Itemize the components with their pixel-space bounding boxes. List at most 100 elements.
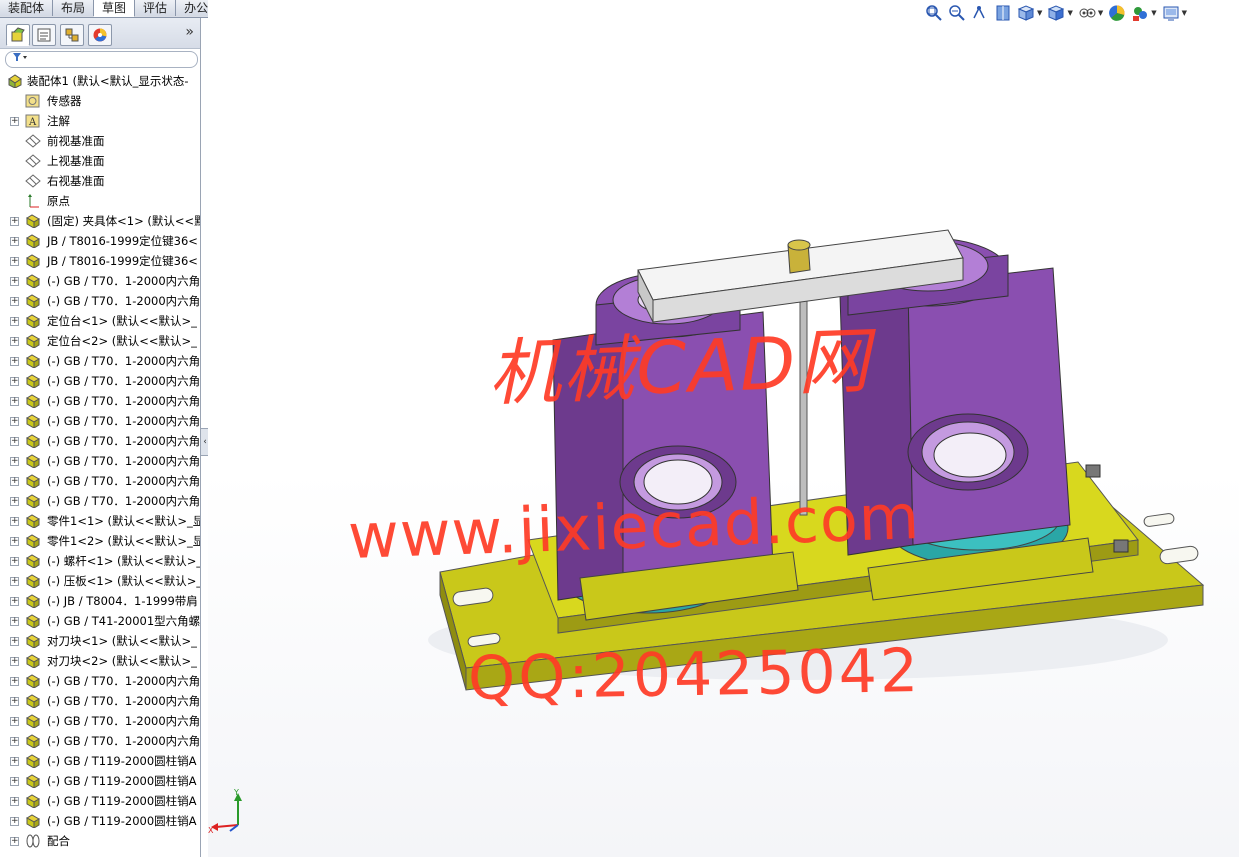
tree-item[interactable]: + 定位台<2> (默认<<默认>_	[0, 331, 200, 351]
expand-toggle[interactable]: +	[10, 537, 19, 546]
feature-manager-tab[interactable]	[6, 24, 30, 46]
command-tab[interactable]: 装配体	[0, 0, 54, 16]
tree-item[interactable]: + (-) 压板<1> (默认<<默认>_	[0, 571, 200, 591]
expand-toggle[interactable]: +	[10, 737, 19, 746]
part-icon	[25, 514, 41, 529]
tree-item[interactable]: + A 注解	[0, 111, 200, 131]
expand-toggle[interactable]: +	[10, 217, 19, 226]
expand-toggle[interactable]: +	[10, 297, 19, 306]
tree-item[interactable]: + 对刀块<2> (默认<<默认>_	[0, 651, 200, 671]
expand-toggle[interactable]: +	[10, 237, 19, 246]
tree-item[interactable]: + 零件1<1> (默认<<默认>_显	[0, 511, 200, 531]
tree-item-label: (-) GB / T70．1-2000内六角	[47, 694, 200, 708]
expand-toggle[interactable]: +	[10, 437, 19, 446]
tree-item[interactable]: + (-) GB / T119-2000圆柱销A	[0, 811, 200, 831]
expand-toggle[interactable]: +	[10, 397, 19, 406]
expand-toggle[interactable]: +	[10, 317, 19, 326]
expand-toggle[interactable]: +	[10, 377, 19, 386]
command-tab[interactable]: 布局	[53, 0, 95, 16]
expand-toggle[interactable]: +	[10, 617, 19, 626]
tree-item[interactable]: + (-) 螺杆<1> (默认<<默认>_	[0, 551, 200, 571]
part-icon	[25, 554, 41, 569]
expand-toggle[interactable]: +	[10, 577, 19, 586]
tree-item[interactable]: + 定位台<1> (默认<<默认>_	[0, 311, 200, 331]
triad-y-label: Y	[233, 788, 239, 797]
tree-item[interactable]: + 零件1<2> (默认<<默认>_显	[0, 531, 200, 551]
tree-item[interactable]: + (-) GB / T70．1-2000内六角	[0, 271, 200, 291]
tree-item[interactable]: + (-) GB / T70．1-2000内六角	[0, 351, 200, 371]
expand-toggle[interactable]: +	[10, 337, 19, 346]
tree-item[interactable]: 右视基准面	[0, 171, 200, 191]
tree-item-label: (-) JB / T8004．1-1999带肩	[47, 594, 198, 608]
graphics-viewport[interactable]: ▼ ▼ ▼ ▼ ▼ 机械CAD网 www.jixiecad.com QQ:204…	[208, 0, 1239, 857]
plane-icon	[25, 154, 41, 168]
tree-item[interactable]: + (-) GB / T70．1-2000内六角	[0, 671, 200, 691]
property-manager-tab[interactable]	[32, 24, 56, 46]
tree-item[interactable]: + (-) GB / T70．1-2000内六角	[0, 731, 200, 751]
expand-toggle[interactable]: +	[10, 697, 19, 706]
tree-item[interactable]: + 配合	[0, 831, 200, 851]
configuration-manager-tab[interactable]	[60, 24, 84, 46]
tree-item[interactable]: + (-) JB / T8004．1-1999带肩	[0, 591, 200, 611]
panel-more-button[interactable]: »	[185, 24, 194, 40]
tree-item-label: (-) GB / T70．1-2000内六角	[47, 494, 200, 508]
expand-toggle[interactable]: +	[10, 457, 19, 466]
expand-toggle[interactable]: +	[10, 417, 19, 426]
triad-x-label: X	[208, 826, 214, 835]
tree-item[interactable]: + (-) GB / T70．1-2000内六角	[0, 451, 200, 471]
expand-toggle[interactable]: +	[10, 837, 19, 846]
display-manager-tab[interactable]	[88, 24, 112, 46]
tree-item[interactable]: + (-) GB / T70．1-2000内六角	[0, 471, 200, 491]
expand-toggle[interactable]: +	[10, 517, 19, 526]
expand-toggle[interactable]: +	[10, 597, 19, 606]
tree-filter-input[interactable]	[5, 51, 198, 68]
tree-item[interactable]: + (固定) 夹具体<1> (默认<<默	[0, 211, 200, 231]
tree-item[interactable]: + 对刀块<1> (默认<<默认>_	[0, 631, 200, 651]
tree-item[interactable]: + (-) GB / T70．1-2000内六角	[0, 711, 200, 731]
tree-item[interactable]: + (-) GB / T70．1-2000内六角	[0, 691, 200, 711]
expand-toggle[interactable]: +	[10, 817, 19, 826]
expand-toggle[interactable]: +	[10, 497, 19, 506]
tree-item[interactable]: + (-) GB / T70．1-2000内六角	[0, 291, 200, 311]
tree-item[interactable]: + (-) GB / T119-2000圆柱销A	[0, 791, 200, 811]
tree-item[interactable]: + (-) GB / T41-20001型六角螺	[0, 611, 200, 631]
command-tab[interactable]: 草图	[94, 0, 136, 17]
tree-item[interactable]: + (-) GB / T70．1-2000内六角	[0, 431, 200, 451]
tree-item[interactable]: + JB / T8016-1999定位键36<	[0, 231, 200, 251]
expand-toggle[interactable]: +	[10, 777, 19, 786]
expand-toggle[interactable]: +	[10, 657, 19, 666]
tree-item[interactable]: + JB / T8016-1999定位键36<	[0, 251, 200, 271]
expand-toggle[interactable]: +	[10, 677, 19, 686]
expand-toggle[interactable]: +	[10, 717, 19, 726]
tree-item[interactable]: + (-) GB / T70．1-2000内六角	[0, 411, 200, 431]
tree-item[interactable]: 前视基准面	[0, 131, 200, 151]
tree-item[interactable]: 原点	[0, 191, 200, 211]
tree-item-label: (-) GB / T70．1-2000内六角	[47, 394, 200, 408]
part-icon	[25, 654, 41, 669]
tree-item-label: 零件1<2> (默认<<默认>_显	[47, 534, 200, 548]
tree-item[interactable]: + (-) GB / T70．1-2000内六角	[0, 371, 200, 391]
expand-toggle[interactable]: +	[10, 477, 19, 486]
tree-item[interactable]: 传感器	[0, 91, 200, 111]
part-icon	[25, 454, 41, 469]
tree-item[interactable]: + (-) GB / T70．1-2000内六角	[0, 391, 200, 411]
tree-root-assembly[interactable]: 装配体1 (默认<默认_显示状态-	[0, 71, 200, 91]
expand-toggle[interactable]: +	[10, 117, 19, 126]
expand-toggle[interactable]: +	[10, 637, 19, 646]
tree-item-label: (-) 螺杆<1> (默认<<默认>_	[47, 554, 200, 568]
tree-item[interactable]: + (-) GB / T119-2000圆柱销A	[0, 751, 200, 771]
origin-icon	[25, 194, 41, 208]
part-icon	[25, 714, 41, 729]
expand-toggle[interactable]: +	[10, 257, 19, 266]
part-icon	[25, 794, 41, 809]
expand-toggle[interactable]: +	[10, 797, 19, 806]
tree-item[interactable]: + (-) GB / T70．1-2000内六角	[0, 491, 200, 511]
expand-toggle[interactable]: +	[10, 557, 19, 566]
filter-icon	[12, 51, 30, 66]
expand-toggle[interactable]: +	[10, 757, 19, 766]
expand-toggle[interactable]: +	[10, 357, 19, 366]
command-tab[interactable]: 评估	[135, 0, 177, 16]
expand-toggle[interactable]: +	[10, 277, 19, 286]
tree-item[interactable]: + (-) GB / T119-2000圆柱销A	[0, 771, 200, 791]
tree-item[interactable]: 上视基准面	[0, 151, 200, 171]
